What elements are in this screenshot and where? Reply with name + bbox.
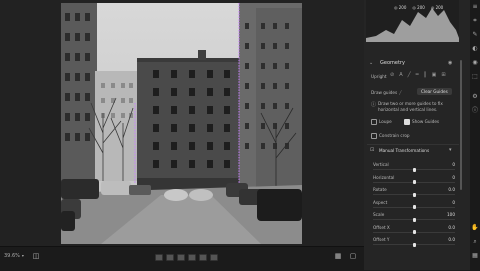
grid-view-icon[interactable]: ▦ bbox=[334, 252, 342, 260]
slider-value[interactable]: 0 bbox=[452, 175, 455, 180]
slider-knob[interactable] bbox=[412, 217, 416, 222]
crop-icon[interactable]: ⌗ bbox=[471, 17, 479, 25]
panel-scrollbar[interactable] bbox=[460, 60, 462, 190]
visibility-icon[interactable]: ◉ bbox=[448, 60, 452, 66]
slider-label: Rotate bbox=[373, 187, 387, 192]
slider-value[interactable]: 0 bbox=[452, 162, 455, 167]
edit-icon[interactable]: ≡ bbox=[471, 3, 479, 11]
redeye-icon[interactable]: ◉ bbox=[471, 59, 479, 67]
hand-icon[interactable]: ✋ bbox=[471, 224, 479, 232]
filmstrip-thumb[interactable] bbox=[177, 254, 185, 261]
clear-guides-button[interactable]: Clear Guides bbox=[417, 88, 452, 95]
slider-label: Offset X bbox=[373, 224, 390, 230]
chevron-down-icon[interactable]: ▾ bbox=[449, 147, 452, 153]
single-view-icon[interactable]: ▢ bbox=[349, 252, 357, 260]
slider-label: Offset Y bbox=[373, 237, 390, 242]
slider-aspect[interactable]: Aspect 0 bbox=[373, 200, 455, 210]
upright-buttons: ⊘ A ╱ ═ ║ ▣ ⊞ bbox=[390, 72, 446, 78]
upright-auto-icon[interactable]: A bbox=[399, 72, 402, 78]
bottom-toolbar: 39.6% ▾ ◫ ▦ ▢ bbox=[0, 246, 364, 271]
slider-knob[interactable] bbox=[412, 230, 416, 234]
slider-scale[interactable]: Scale 100 bbox=[373, 212, 455, 222]
geometry-title: Geometry bbox=[380, 60, 405, 66]
draw-guides-label: Draw guides ╱ bbox=[371, 90, 402, 95]
filmstrip-thumb[interactable] bbox=[155, 254, 163, 261]
zoom-value: 39.6% bbox=[4, 253, 20, 259]
slider-knob[interactable] bbox=[412, 242, 416, 247]
histogram-values: ◎ 200 ◎ 200 ◎ 200 bbox=[394, 5, 443, 10]
upright-vertical-icon[interactable]: ║ bbox=[424, 72, 427, 78]
upright-full-alt-icon[interactable]: ⊞ bbox=[441, 72, 445, 78]
image-canvas[interactable] bbox=[0, 0, 364, 270]
upright-guided-icon[interactable]: ╱ bbox=[408, 72, 411, 78]
filmstrip-dots[interactable] bbox=[155, 254, 218, 261]
chevron-down-icon: ▾ bbox=[21, 253, 24, 258]
constrain-crop-row[interactable]: Constrain crop bbox=[371, 133, 410, 139]
slider-label: Aspect bbox=[373, 199, 388, 205]
loupe-checkbox-row[interactable]: Loupe bbox=[371, 119, 392, 125]
slider-knob[interactable] bbox=[412, 192, 416, 197]
show-guides-label: Show Guides bbox=[412, 119, 440, 124]
histogram-value: ◎ 200 bbox=[412, 5, 425, 10]
healing-icon[interactable]: ✎ bbox=[471, 31, 479, 39]
filmstrip-thumb[interactable] bbox=[199, 254, 207, 261]
slider-value[interactable]: 0.0 bbox=[448, 187, 455, 192]
slider-knob[interactable] bbox=[412, 180, 416, 184]
histogram-value: ◎ 200 bbox=[430, 5, 444, 10]
zoom-level[interactable]: 39.6% ▾ bbox=[4, 253, 24, 259]
slider-label: Horizontal bbox=[373, 174, 395, 180]
slider-offset-x[interactable]: Offset X 0.0 bbox=[373, 225, 455, 235]
manual-transformations-title: Manual Transformations bbox=[379, 148, 430, 153]
upright-full-icon[interactable]: ▣ bbox=[432, 72, 437, 78]
slider-vertical[interactable]: Vertical 0 bbox=[373, 162, 455, 172]
histogram-value: ◎ 200 bbox=[394, 5, 407, 10]
photo-preview[interactable] bbox=[61, 3, 302, 244]
slider-value[interactable]: 100 bbox=[447, 212, 455, 217]
hint-text-line-2: horizontal and vertical lines. bbox=[378, 107, 438, 112]
presets-icon[interactable]: ⬚ bbox=[471, 73, 479, 81]
upright-off-icon[interactable]: ⊘ bbox=[390, 72, 394, 78]
show-guides-checkbox[interactable] bbox=[404, 119, 410, 125]
filmstrip-thumb[interactable] bbox=[188, 254, 196, 261]
loupe-checkbox[interactable] bbox=[371, 119, 377, 125]
slider-value[interactable]: 0.0 bbox=[448, 225, 455, 230]
slider-knob[interactable] bbox=[412, 167, 416, 172]
compare-icon[interactable]: ◫ bbox=[32, 252, 40, 260]
mask-icon[interactable]: ◐ bbox=[471, 45, 479, 53]
loupe-label: Loupe bbox=[379, 119, 392, 124]
slider-knob[interactable] bbox=[412, 205, 416, 209]
slider-horizontal[interactable]: Horizontal 0 bbox=[373, 175, 455, 185]
slider-value[interactable]: 0 bbox=[452, 200, 455, 205]
constrain-crop-label: Constrain crop bbox=[379, 133, 410, 138]
chevron-down-icon[interactable]: ⌄ bbox=[369, 60, 373, 66]
divider bbox=[367, 144, 459, 145]
filmstrip-thumb[interactable] bbox=[166, 254, 174, 261]
upright-level-icon[interactable]: ═ bbox=[416, 72, 419, 78]
street-photo bbox=[61, 3, 302, 244]
show-guides-checkbox-row[interactable]: Show Guides bbox=[404, 119, 439, 125]
histogram: ◎ 200 ◎ 200 ◎ 200 bbox=[366, 0, 459, 42]
slider-value[interactable]: 0.0 bbox=[448, 237, 455, 242]
slider-label: Scale bbox=[373, 212, 385, 217]
filmstrip-thumb[interactable] bbox=[210, 254, 218, 261]
slider-offset-y[interactable]: Offset Y 0.0 bbox=[373, 237, 455, 247]
zoom-icon[interactable]: ⌕ bbox=[471, 238, 479, 246]
info-icon: ⓘ bbox=[371, 102, 377, 108]
upright-label: Upright bbox=[371, 74, 387, 79]
slider-rotate[interactable]: Rotate 0.0 bbox=[373, 187, 455, 197]
hint-text-line-1: Draw two or more guides to fix bbox=[378, 101, 443, 106]
slider-label: Vertical bbox=[373, 162, 389, 167]
grid-icon[interactable]: ▦ bbox=[471, 252, 479, 260]
manual-transform-icon: ⊡ bbox=[370, 147, 375, 153]
constrain-crop-checkbox[interactable] bbox=[371, 133, 377, 139]
settings-icon[interactable]: ⚙ bbox=[471, 93, 479, 101]
info-icon[interactable]: ⓘ bbox=[471, 107, 479, 115]
